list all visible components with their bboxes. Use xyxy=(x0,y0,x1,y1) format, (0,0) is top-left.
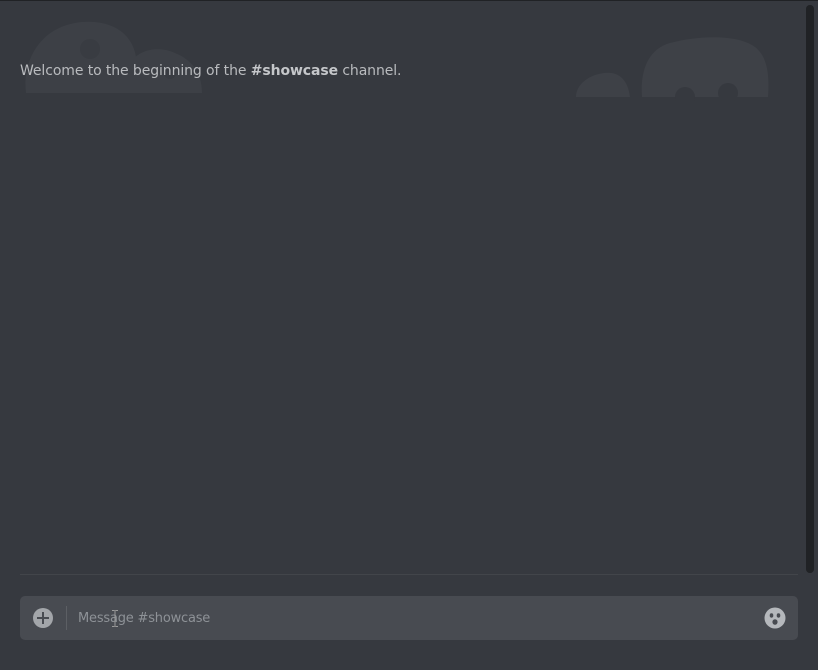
channel-welcome-message: Welcome to the beginning of the #showcas… xyxy=(20,63,401,79)
upload-button[interactable] xyxy=(20,596,66,640)
chat-view: Welcome to the beginning of the #showcas… xyxy=(0,0,818,670)
welcome-prefix: Welcome to the beginning of the xyxy=(20,63,251,79)
welcome-suffix: channel. xyxy=(337,63,402,79)
scrollbar-thumb[interactable] xyxy=(806,5,814,573)
message-list[interactable]: Welcome to the beginning of the #showcas… xyxy=(0,1,806,575)
message-composer xyxy=(20,596,798,640)
welcome-channel-name: #showcase xyxy=(250,63,338,79)
welcome-illustration-left xyxy=(25,21,202,93)
message-list-scrollbar[interactable] xyxy=(806,5,814,573)
composer-separator xyxy=(66,606,67,630)
plus-circle-icon xyxy=(33,608,53,628)
welcome-illustration-right xyxy=(576,37,769,101)
emoji-face-icon[interactable] xyxy=(764,607,786,629)
message-input[interactable] xyxy=(78,596,738,640)
composer-divider xyxy=(20,574,798,575)
